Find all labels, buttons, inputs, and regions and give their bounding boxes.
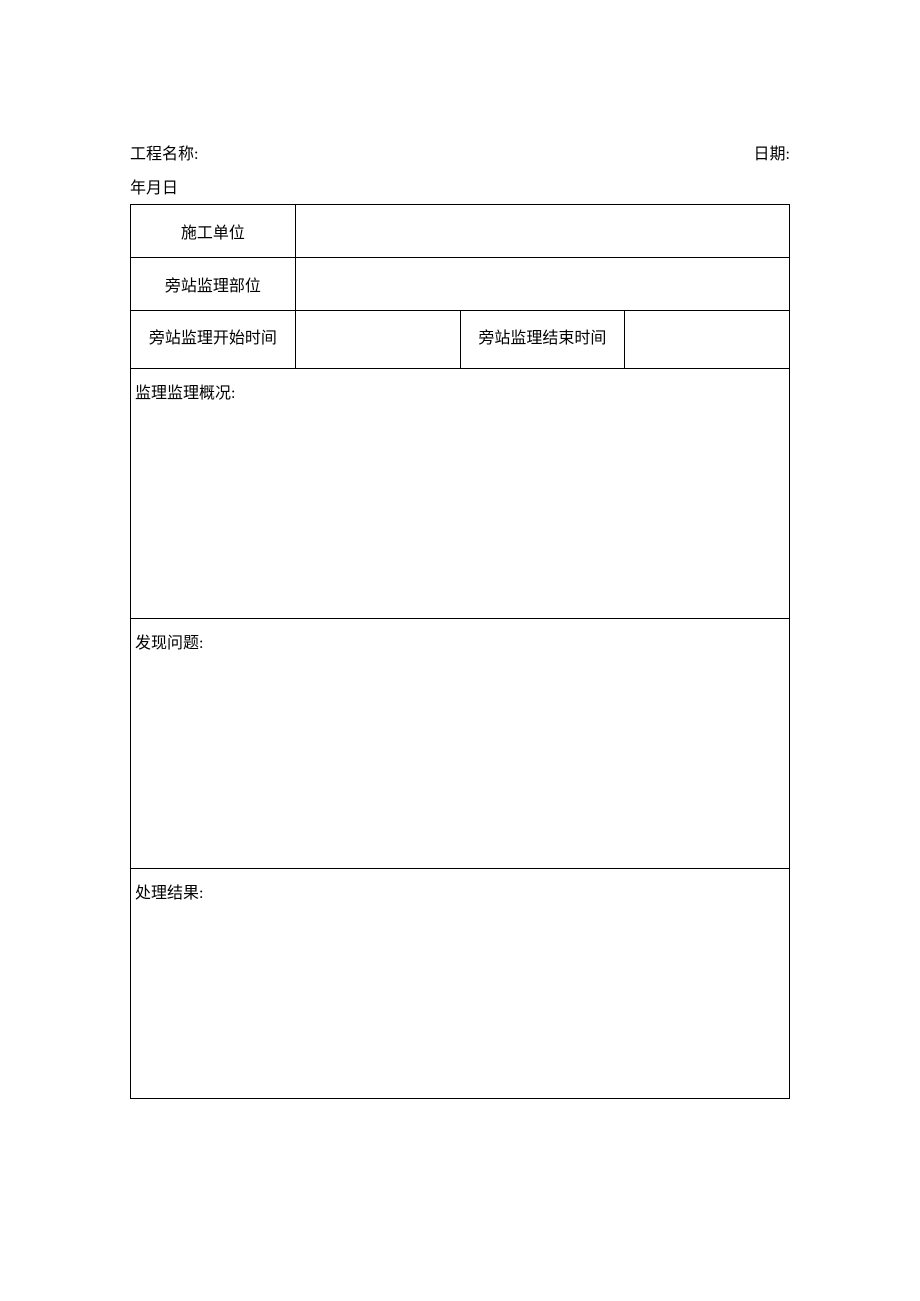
table-row: 发现问题:: [131, 618, 790, 868]
header-row: 工程名称: 日期:: [130, 140, 790, 164]
table-row: 施工单位: [131, 205, 790, 258]
date-label: 日期:: [754, 140, 790, 164]
construction-unit-label: 施工单位: [131, 205, 296, 258]
table-row: 处理结果:: [131, 868, 790, 1098]
start-time-label: 旁站监理开始时间: [131, 311, 296, 369]
start-time-value[interactable]: [295, 311, 460, 369]
project-name-label: 工程名称:: [130, 140, 198, 164]
end-time-value[interactable]: [625, 311, 790, 369]
supervision-position-label: 旁站监理部位: [131, 258, 296, 311]
supervision-form-table: 施工单位 旁站监理部位 旁站监理开始时间 旁站监理结束时间 监理监理概况: 发现…: [130, 204, 790, 1099]
supervision-position-value[interactable]: [295, 258, 789, 311]
result-cell[interactable]: 处理结果:: [131, 868, 790, 1098]
construction-unit-value[interactable]: [295, 205, 789, 258]
table-row: 旁站监理开始时间 旁站监理结束时间: [131, 311, 790, 369]
overview-cell[interactable]: 监理监理概况:: [131, 368, 790, 618]
issues-cell[interactable]: 发现问题:: [131, 618, 790, 868]
table-row: 旁站监理部位: [131, 258, 790, 311]
table-row: 监理监理概况:: [131, 368, 790, 618]
end-time-label: 旁站监理结束时间: [460, 311, 625, 369]
date-line: 年月日: [130, 174, 790, 198]
